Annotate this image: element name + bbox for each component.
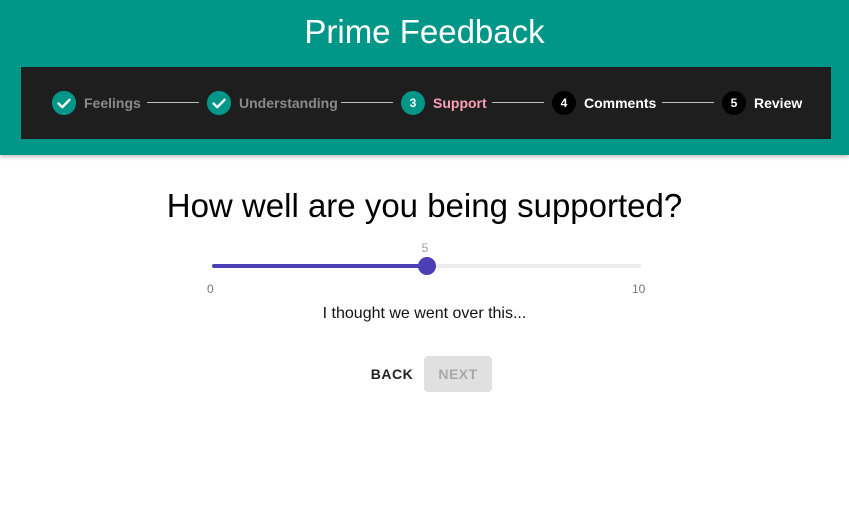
step-support[interactable]: 3 Support (401, 91, 487, 115)
check-icon (52, 91, 76, 115)
question-title: How well are you being supported? (166, 187, 683, 224)
step-comments[interactable]: 4 Comments (552, 91, 656, 115)
slider-min-label: 0 (207, 282, 214, 296)
slider-max-label: 10 (632, 282, 646, 296)
step-review[interactable]: 5 Review (722, 91, 802, 115)
step-connector (662, 102, 714, 103)
app-header: Prime Feedback Feelings Understanding 3 … (0, 0, 849, 155)
check-icon (207, 91, 231, 115)
step-comments-label: Comments (584, 95, 657, 111)
app-title: Prime Feedback (304, 13, 545, 50)
step-connector (147, 102, 199, 103)
slider-value-label: 5 (421, 241, 429, 255)
stepper: Feelings Understanding 3 Support 4 Comme… (21, 67, 831, 139)
step-connector (492, 102, 544, 103)
step-feelings[interactable]: Feelings (52, 91, 141, 115)
slider-track[interactable] (212, 264, 427, 268)
step-understanding-check-icon (207, 91, 231, 115)
slider-thumb[interactable] (417, 257, 436, 275)
step-feelings-check-icon (52, 91, 76, 115)
step-connector (341, 102, 393, 103)
step-comments-number: 4 (552, 91, 576, 115)
next-button[interactable]: NEXT (424, 356, 492, 392)
step-feelings-label: Feelings (84, 95, 141, 111)
step-understanding-label: Understanding (239, 95, 338, 111)
back-button[interactable]: BACK (364, 356, 420, 392)
step-support-number: 3 (401, 91, 425, 115)
step-review-label: Review (754, 95, 803, 111)
step-understanding[interactable]: Understanding (207, 91, 338, 115)
step-support-label: Support (433, 95, 487, 111)
step-review-number: 5 (722, 91, 746, 115)
slider-feedback-text: I thought we went over this... (322, 305, 527, 322)
